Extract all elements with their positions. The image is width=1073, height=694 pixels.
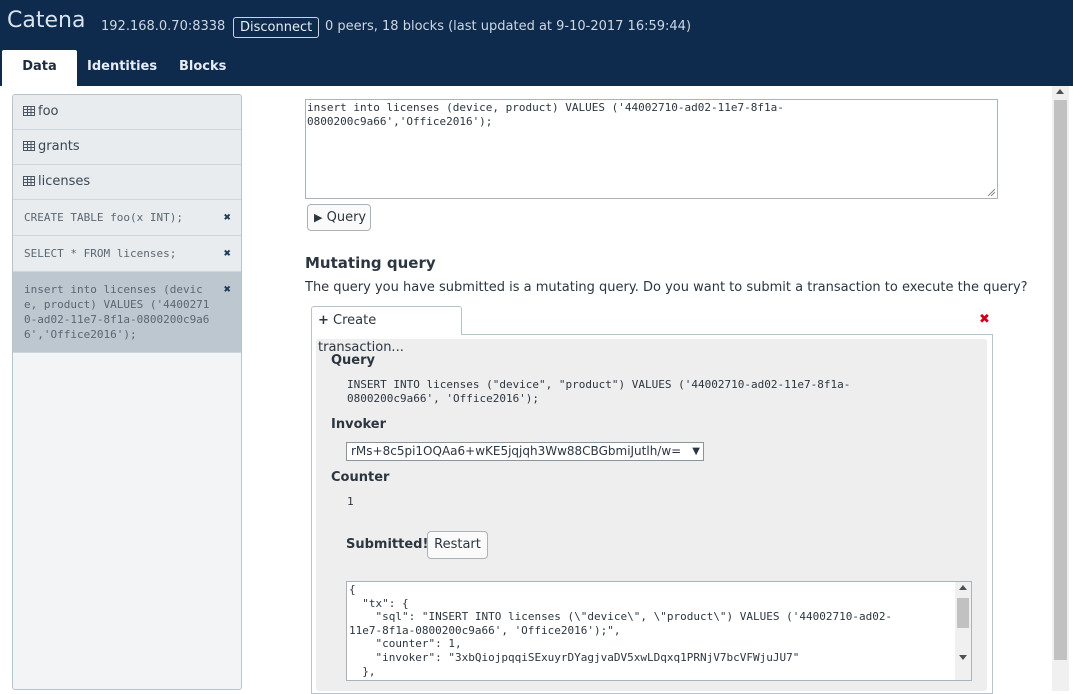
editor-line: 0800200c9a66','Office2016'); bbox=[307, 115, 493, 128]
query-button[interactable]: ▶ Query bbox=[307, 204, 371, 231]
sidebar-item-licenses[interactable]: licenses bbox=[13, 165, 241, 200]
transaction-json-output[interactable]: { "tx": { "sql": "INSERT INTO licenses (… bbox=[346, 581, 972, 681]
sidebar-query-text: insert into licenses (device, product) V… bbox=[24, 283, 210, 341]
chevron-down-icon: ▼ bbox=[692, 446, 700, 457]
invoker-select[interactable]: rMs+8c5pi1OQAa6+wKE5jqjqh3Ww88CBGbmiJutl… bbox=[346, 442, 704, 461]
submitted-label: Submitted! bbox=[346, 537, 429, 552]
close-icon[interactable]: ✖ bbox=[224, 200, 231, 235]
plus-icon: + bbox=[318, 313, 329, 328]
tab-blocks[interactable]: Blocks bbox=[179, 50, 226, 86]
counter-value: 1 bbox=[347, 495, 354, 508]
tx-query-text: INSERT INTO licenses ("device", "product… bbox=[347, 378, 850, 406]
table-icon bbox=[23, 176, 35, 186]
table-icon bbox=[23, 106, 35, 116]
resize-handle-icon[interactable] bbox=[987, 188, 995, 196]
mutating-query-description: The query you have submitted is a mutati… bbox=[305, 280, 1028, 295]
main-tabs: Data Identities Blocks bbox=[0, 50, 1073, 86]
scroll-up-icon[interactable] bbox=[1056, 89, 1064, 94]
sidebar-item-label: grants bbox=[38, 139, 80, 154]
json-text: { "tx": { "sql": "INSERT INTO licenses (… bbox=[349, 583, 893, 678]
scroll-down-icon[interactable] bbox=[959, 655, 967, 660]
query-button-label: Query bbox=[326, 210, 367, 225]
connection-status: 0 peers, 18 blocks (last updated at 9-10… bbox=[325, 19, 692, 34]
json-scroll-thumb[interactable] bbox=[957, 598, 969, 628]
sidebar-item-label: licenses bbox=[38, 174, 91, 189]
sidebar-query-item-selected[interactable]: insert into licenses (device, product) V… bbox=[13, 272, 241, 353]
tx-query-line: 0800200c9a66', 'Office2016'); bbox=[347, 392, 540, 405]
mutating-query-title: Mutating query bbox=[305, 254, 436, 272]
page-scroll-thumb[interactable] bbox=[1054, 100, 1067, 660]
app-brand: Catena bbox=[7, 8, 86, 33]
node-address: 192.168.0.70:8338 bbox=[101, 19, 226, 34]
tab-data[interactable]: Data bbox=[2, 50, 77, 86]
sidebar-query-text: SELECT * FROM licenses; bbox=[24, 247, 177, 260]
invoker-value: rMs+8c5pi1OQAa6+wKE5jqjqh3Ww88CBGbmiJutl… bbox=[351, 444, 682, 458]
json-scrollbar[interactable] bbox=[955, 582, 971, 680]
editor-line: insert into licenses (device, product) V… bbox=[307, 101, 784, 114]
page-scrollbar[interactable] bbox=[1052, 86, 1069, 691]
sidebar-query-item[interactable]: SELECT * FROM licenses; ✖ bbox=[13, 236, 241, 272]
sidebar-item-label: foo bbox=[38, 104, 59, 119]
tab-identities[interactable]: Identities bbox=[87, 50, 157, 86]
counter-label: Counter bbox=[331, 470, 390, 485]
scroll-up-icon[interactable] bbox=[959, 585, 967, 590]
disconnect-button[interactable]: Disconnect bbox=[233, 17, 320, 38]
play-icon: ▶ bbox=[314, 211, 323, 224]
sidebar-item-grants[interactable]: grants bbox=[13, 130, 241, 165]
close-icon[interactable]: ✖ bbox=[224, 236, 231, 271]
close-icon[interactable]: ✖ bbox=[224, 282, 231, 297]
create-transaction-label: Create transaction... bbox=[318, 313, 404, 355]
sidebar-query-text: CREATE TABLE foo(x INT); bbox=[24, 211, 183, 224]
sidebar-query-item[interactable]: CREATE TABLE foo(x INT); ✖ bbox=[13, 200, 241, 236]
sidebar: foo grants licenses CREATE TABLE foo(x I… bbox=[12, 94, 242, 690]
tab-create-transaction[interactable]: + Create transaction... bbox=[311, 306, 462, 355]
restart-button[interactable]: Restart bbox=[427, 531, 488, 559]
table-icon bbox=[23, 141, 35, 151]
close-transaction-icon[interactable]: ✖ bbox=[979, 312, 990, 327]
tx-query-line: INSERT INTO licenses ("device", "product… bbox=[347, 378, 851, 391]
invoker-label: Invoker bbox=[331, 417, 387, 432]
top-bar: Catena 192.168.0.70:8338 Disconnect 0 pe… bbox=[0, 0, 1073, 86]
sql-editor[interactable]: insert into licenses (device, product) V… bbox=[305, 99, 998, 199]
sidebar-item-foo[interactable]: foo bbox=[13, 95, 241, 130]
